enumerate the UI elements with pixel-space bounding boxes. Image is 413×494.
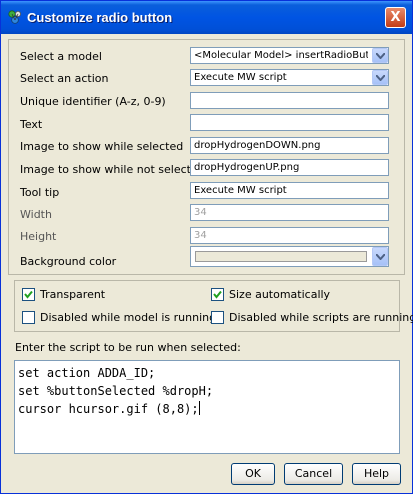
disabled-model-checkbox[interactable]: Disabled while model is running	[22, 311, 216, 324]
width-label: Width	[20, 208, 52, 221]
close-icon: X	[390, 10, 401, 25]
uid-label: Unique identifier (A-z, 0-9)	[20, 95, 166, 108]
img-unselected-label: Image to show while not selected	[20, 163, 205, 176]
img-unselected-input[interactable]: dropHydrogenUP.png	[190, 159, 389, 176]
checkbox-box[interactable]	[211, 288, 224, 301]
action-select-value: Execute MW script	[194, 72, 287, 83]
action-label: Select an action	[20, 72, 109, 85]
color-swatch	[195, 251, 367, 262]
close-button[interactable]: X	[385, 7, 406, 28]
app-icon	[7, 9, 23, 25]
text-input[interactable]	[190, 114, 389, 131]
height-label: Height	[20, 230, 57, 243]
disabled-scripts-label: Disabled while scripts are running	[229, 311, 413, 324]
model-label: Select a model	[20, 50, 102, 63]
size-auto-checkbox[interactable]: Size automatically	[211, 288, 330, 301]
dialog-window: Customize radio button X Select a model …	[0, 0, 413, 494]
model-select[interactable]: <Molecular Model> insertRadioButto...	[190, 47, 389, 64]
transparent-checkbox[interactable]: Transparent	[22, 288, 105, 301]
title-bar[interactable]: Customize radio button X	[1, 1, 412, 34]
bgcolor-label: Background color	[20, 255, 117, 268]
script-line: set action ADDA_ID;	[18, 366, 156, 380]
script-editor[interactable]: set action ADDA_ID; set %buttonSelected …	[14, 360, 400, 454]
bgcolor-select[interactable]	[190, 246, 389, 267]
uid-input[interactable]	[190, 92, 389, 109]
window-title: Customize radio button	[27, 10, 173, 25]
width-input: 34	[190, 204, 389, 221]
action-select[interactable]: Execute MW script	[190, 69, 389, 86]
img-selected-input[interactable]: dropHydrogenDOWN.png	[190, 137, 389, 154]
chevron-down-icon[interactable]	[372, 70, 388, 85]
checkbox-box[interactable]	[22, 311, 35, 324]
model-select-value: <Molecular Model> insertRadioButto...	[194, 50, 368, 61]
disabled-model-label: Disabled while model is running	[40, 311, 217, 324]
checkbox-box[interactable]	[22, 288, 35, 301]
ok-button[interactable]: OK	[231, 463, 275, 485]
text-caret	[198, 401, 200, 415]
tooltip-label: Tool tip	[20, 186, 60, 199]
img-selected-label: Image to show while selected	[20, 140, 184, 153]
checkbox-box[interactable]	[211, 311, 224, 324]
transparent-label: Transparent	[40, 288, 106, 301]
script-line: cursor hcursor.gif (8,8);	[18, 402, 199, 416]
script-line: set %buttonSelected %dropH;	[18, 384, 214, 398]
disabled-scripts-checkbox[interactable]: Disabled while scripts are running	[211, 311, 413, 324]
script-label: Enter the script to be run when selected…	[15, 341, 241, 354]
chevron-down-icon[interactable]	[372, 48, 388, 63]
help-button[interactable]: Help	[352, 463, 401, 485]
text-label: Text	[20, 118, 43, 131]
tooltip-input[interactable]: Execute MW script	[190, 182, 389, 199]
size-auto-label: Size automatically	[229, 288, 331, 301]
chevron-down-icon[interactable]	[372, 247, 388, 266]
cancel-button[interactable]: Cancel	[284, 463, 343, 485]
height-input: 34	[190, 227, 389, 244]
